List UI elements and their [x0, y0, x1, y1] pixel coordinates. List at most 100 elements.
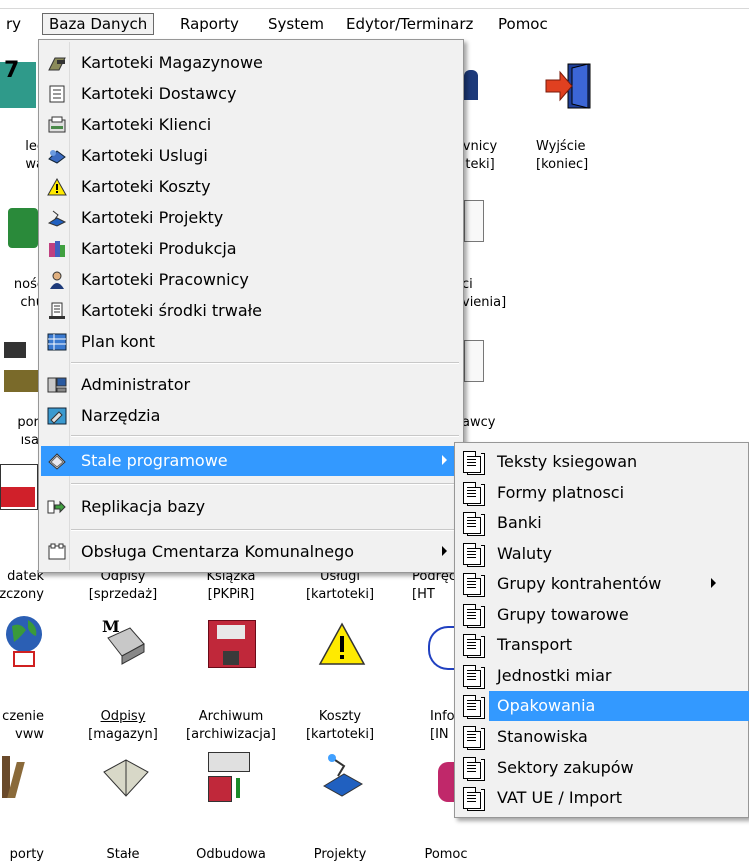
desktop-exit[interactable]: Wyjście [koniec]: [510, 138, 636, 174]
cemetery-icon: [47, 543, 67, 561]
icon-label: Archiwum: [198, 709, 264, 724]
menu-system[interactable]: System: [262, 13, 330, 35]
desktop-ksiazka[interactable]: Książka [PKPiR]: [176, 568, 286, 604]
icon-label: [archiwizacja]: [186, 727, 276, 742]
menu-item-stale-programowe[interactable]: Stale programowe: [41, 446, 461, 476]
menu-item-label: Replikacja bazy: [81, 497, 206, 516]
desktop-polaczenie[interactable]: czenie vww: [0, 708, 44, 744]
menu-item-plan-kont[interactable]: Plan kont: [41, 327, 461, 357]
desktop-koszty[interactable]: Koszty [kartoteki]: [290, 708, 390, 744]
globe-icon: [4, 612, 44, 668]
menu-separator: [71, 483, 459, 485]
menu-edytor-terminarz[interactable]: Edytor/Terminarz: [340, 13, 479, 35]
icon-label: Wyjście: [536, 139, 586, 154]
menu-item-replikacja-bazy[interactable]: Replikacja bazy: [41, 492, 461, 522]
submenu-item-vat-ue-import[interactable]: VAT UE / Import: [457, 783, 746, 813]
menu-item-label: Kartoteki Koszty: [81, 177, 211, 196]
submenu-item-sektory-zakupow[interactable]: Sektory zakupów: [457, 753, 746, 783]
submenu-item-formy-platnosci[interactable]: Formy platnosci: [457, 478, 746, 508]
menu-item-kartoteki-srodki-trwale[interactable]: Kartoteki środki trwałe: [41, 296, 461, 326]
submenu-item-grupy-towarowe[interactable]: Grupy towarowe: [457, 600, 746, 630]
menu-item-kartoteki-projekty[interactable]: Kartoteki Projekty: [41, 203, 461, 233]
icon-label: [kartoteki]: [305, 587, 375, 602]
submenu-item-label: Formy platnosci: [497, 483, 625, 502]
production-icon: [47, 240, 67, 258]
menu-item-kartoteki-dostawcy[interactable]: Kartoteki Dostawcy: [41, 79, 461, 109]
menu-item-kartoteki-produkcja[interactable]: Kartoteki Produkcja: [41, 234, 461, 264]
submenu-item-label: Transport: [497, 635, 573, 654]
green-icon: [8, 208, 38, 248]
menu-item-kartoteki-klienci[interactable]: Kartoteki Klienci: [41, 110, 461, 140]
baza-danych-dropdown: Kartoteki Magazynowe Kartoteki Dostawcy …: [38, 39, 464, 573]
menu-item-narzedzia[interactable]: Narzędzia: [41, 401, 461, 431]
menu-separator: [71, 529, 459, 531]
person-icon: [464, 70, 478, 100]
menu-item-label: Kartoteki środki trwałe: [81, 301, 263, 320]
document-icon: [461, 542, 485, 567]
menu-item-kartoteki-magazynowe[interactable]: Kartoteki Magazynowe: [41, 48, 461, 78]
exit-door-icon[interactable]: [542, 60, 598, 116]
stale-programowe-submenu: Teksty ksiegowan Formy platnosci Banki W…: [454, 442, 749, 818]
submenu-item-transport[interactable]: Transport: [457, 630, 746, 660]
icon-label: ci: [462, 277, 473, 292]
submenu-item-label: Sektory zakupów: [497, 758, 634, 777]
warehouse-icon: [47, 54, 67, 72]
menu-ry[interactable]: ry: [0, 13, 27, 35]
menu-item-label: Kartoteki Magazynowe: [81, 53, 263, 72]
desktop-odpisy-sprzedaz[interactable]: Odpisy [sprzedaż]: [68, 568, 178, 604]
menu-item-administrator[interactable]: Administrator: [41, 370, 461, 400]
submenu-item-teksty-ksiegowan[interactable]: Teksty ksiegowan: [457, 447, 746, 477]
menu-item-kartoteki-uslugi[interactable]: Kartoteki Uslugi: [41, 141, 461, 171]
submenu-item-waluty[interactable]: Waluty: [457, 539, 746, 569]
document-icon: [461, 786, 485, 811]
printer-icon: [0, 338, 36, 362]
icon-label: zczony: [0, 587, 44, 602]
menu-item-label: Kartoteki Projekty: [81, 208, 224, 227]
desktop-odbudowa[interactable]: Odbudowa: [176, 846, 286, 864]
menu-item-obsluga-cmentarza[interactable]: Obsługa Cmentarza Komunalnego: [41, 537, 461, 567]
menu-item-kartoteki-pracownicy[interactable]: Kartoteki Pracownicy: [41, 265, 461, 295]
desktop-pomoc[interactable]: Pomoc: [396, 846, 496, 864]
desktop-projekty[interactable]: Projekty: [290, 846, 390, 864]
desktop-uslugi[interactable]: Usługi [kartoteki]: [290, 568, 390, 604]
submenu-item-stanowiska[interactable]: Stanowiska: [457, 722, 746, 752]
submenu-arrow-icon: [711, 578, 716, 588]
fixed-assets-icon: [47, 302, 67, 320]
submenu-item-label: Stanowiska: [497, 727, 588, 746]
replication-icon: [47, 498, 67, 516]
archive-floppy-icon: [208, 620, 256, 668]
icon-label: Koszty: [318, 709, 362, 724]
desktop-raporty[interactable]: porty: [0, 846, 44, 864]
document-icon: [461, 481, 485, 506]
submenu-item-label: Jednostki miar: [497, 666, 612, 685]
desktop-podatek[interactable]: datek zczony: [0, 568, 44, 604]
icon-label: vienia]: [462, 295, 507, 310]
menu-item-label: Narzędzia: [81, 406, 161, 425]
menu-item-kartoteki-koszty[interactable]: Kartoteki Koszty: [41, 172, 461, 202]
desktop-odpisy-magazyn[interactable]: Odpisy [magazyn]: [68, 708, 178, 744]
employee-icon: [47, 271, 67, 289]
icon-label: awcy: [462, 415, 496, 430]
submenu-item-jednostki-miar[interactable]: Jednostki miar: [457, 661, 746, 691]
menubar: ry Baza Danych Raporty System Edytor/Ter…: [0, 9, 749, 39]
desktop-stale[interactable]: Stałe: [68, 846, 178, 864]
desktop-archiwum[interactable]: Archiwum [archiwizacja]: [176, 708, 286, 744]
icon-label: [sprzedaż]: [88, 587, 158, 602]
submenu-item-opakowania[interactable]: Opakowania: [457, 691, 749, 721]
projects-drafting-icon: [318, 752, 366, 802]
number-icon: 7: [4, 58, 20, 83]
menu-raporty[interactable]: Raporty: [174, 13, 245, 35]
icon-label: [magazyn]: [88, 727, 158, 742]
document-icon: [461, 603, 485, 628]
icon-label: czenie: [2, 709, 44, 724]
icon-label: Stałe: [106, 847, 140, 862]
window-top-edge: [0, 0, 749, 9]
submenu-item-label: Banki: [497, 513, 542, 532]
icon-label: [PKPiR]: [207, 587, 255, 602]
chart-of-accounts-icon: [47, 333, 67, 351]
menu-baza-danych[interactable]: Baza Danych: [42, 13, 155, 35]
submenu-item-banki[interactable]: Banki: [457, 508, 746, 538]
document-icon: [464, 340, 484, 382]
submenu-item-grupy-kontrahentow[interactable]: Grupy kontrahentów: [457, 569, 746, 599]
menu-pomoc[interactable]: Pomoc: [492, 13, 554, 35]
